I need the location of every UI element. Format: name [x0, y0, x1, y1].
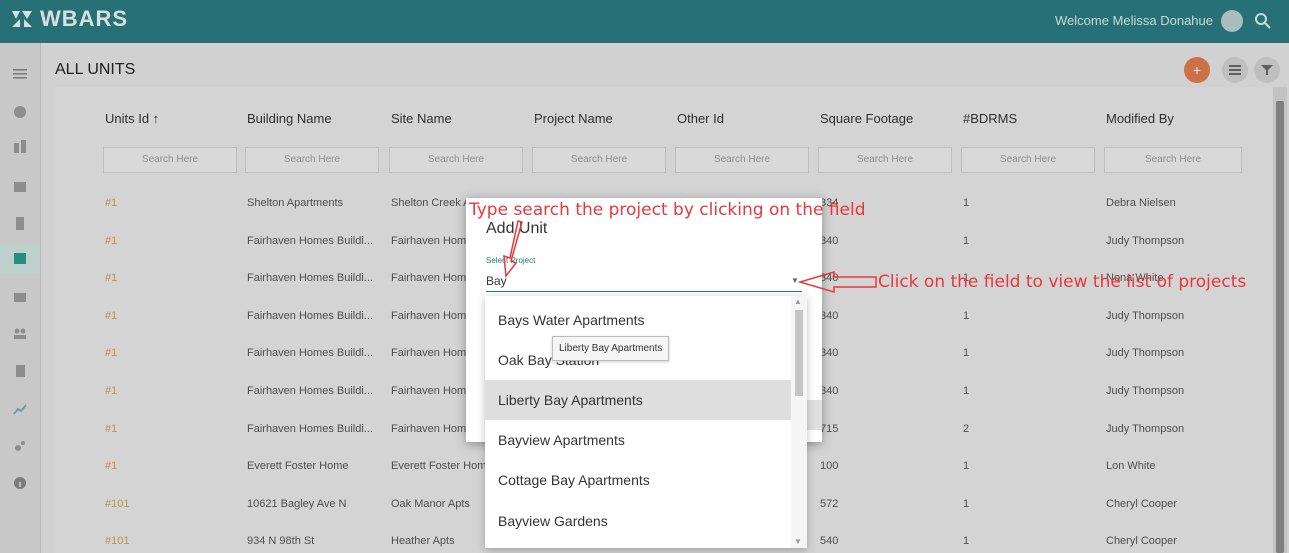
list-hint-annotation: Click on the field to view the list of p…: [878, 272, 1247, 292]
option-tooltip: Liberty Bay Apartments: [552, 336, 670, 361]
dropdown-scrollbar[interactable]: ▲ ▼: [791, 296, 807, 548]
project-option[interactable]: Cottage Bay Apartments: [485, 460, 791, 500]
project-option[interactable]: Bayview Apartments: [485, 420, 791, 460]
project-option[interactable]: Liberty Bay Apartments: [485, 380, 791, 420]
modal-title: Add Unit: [486, 220, 548, 237]
scroll-up-icon[interactable]: ▲: [794, 297, 802, 306]
select-project-label: Select Project: [486, 256, 536, 265]
chevron-down-icon[interactable]: ▼: [791, 276, 799, 285]
scroll-down-icon[interactable]: ▼: [794, 537, 802, 546]
project-dropdown: Bays Water Apartments Oak Bay Station Li…: [485, 296, 807, 548]
project-option[interactable]: Bayview Gardens: [485, 501, 791, 541]
dropdown-scroll-thumb[interactable]: [795, 310, 803, 396]
project-option[interactable]: Bays Water Apartments: [485, 300, 791, 340]
search-hint-annotation: Type search the project by clicking on t…: [469, 200, 866, 220]
select-project-input[interactable]: [486, 270, 802, 292]
